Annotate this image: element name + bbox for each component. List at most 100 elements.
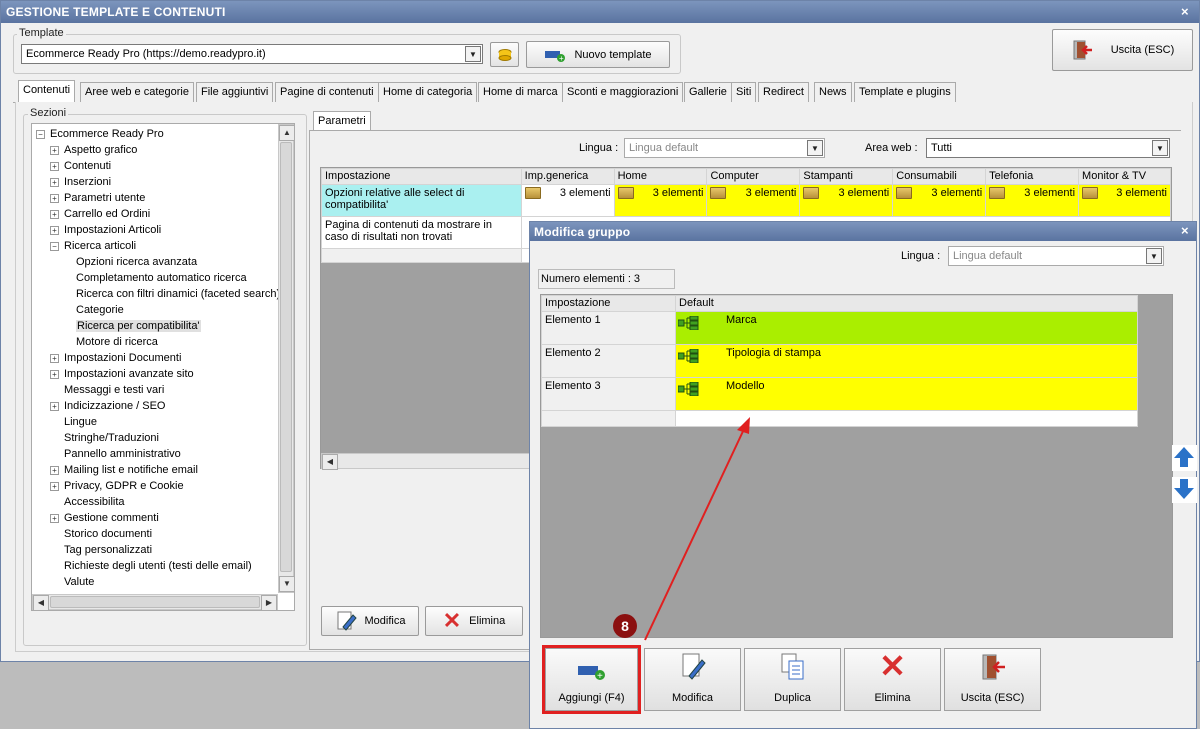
scroll-down-icon[interactable]: ▼ — [279, 576, 295, 592]
dialog-lingua-select[interactable]: Lingua default ▼ — [948, 246, 1164, 266]
sections-tree[interactable]: − Ecommerce Ready Pro + Aspetto grafico + Con… — [31, 123, 295, 611]
tab-template-e-plugins[interactable]: Template e plugins — [854, 82, 956, 102]
lingua-select[interactable]: Lingua default ▼ — [624, 138, 825, 158]
tab-sconti-e-maggiorazioni[interactable]: Sconti e maggiorazioni — [562, 82, 684, 102]
tab-home-di-categoria[interactable]: Home di categoria — [378, 82, 478, 102]
column-header[interactable]: Stampanti — [799, 168, 894, 185]
elements-grid[interactable]: Impostazione Default Elemento 1 Marca Elemen… — [540, 294, 1173, 638]
expand-icon[interactable]: + — [50, 353, 59, 363]
expand-icon[interactable]: + — [50, 513, 59, 523]
table-cell[interactable]: Marca — [675, 311, 1138, 345]
column-header[interactable]: Consumabili — [892, 168, 987, 185]
expand-icon[interactable]: + — [50, 209, 59, 219]
tree-item[interactable]: Tag personalizzati — [50, 542, 152, 558]
tab-redirect[interactable]: Redirect — [758, 82, 809, 102]
tree-item[interactable]: Lingue — [50, 414, 97, 430]
table-row[interactable]: Opzioni relative alle select di compatib… — [321, 184, 1171, 217]
tree-item[interactable]: Motore di ricerca — [76, 334, 158, 350]
param-modify-button[interactable]: Modifica — [321, 606, 419, 636]
expand-icon[interactable]: + — [50, 369, 59, 379]
table-cell[interactable]: 3 elementi — [1078, 184, 1171, 217]
tree-hscrollbar[interactable]: ◀ ▶ — [32, 594, 278, 611]
column-header[interactable]: Home — [613, 168, 708, 185]
param-delete-button[interactable]: ✕ Elimina — [425, 606, 523, 636]
expand-icon[interactable]: + — [50, 465, 59, 475]
tree-vscrollbar[interactable]: ▲ ▼ — [278, 124, 295, 593]
tree-item[interactable]: + Contenuti — [50, 158, 111, 174]
tree-item[interactable]: Accessibilita — [50, 494, 125, 510]
column-header[interactable]: Computer — [706, 168, 801, 185]
expand-icon[interactable]: + — [50, 401, 59, 411]
scroll-up-icon[interactable]: ▲ — [279, 125, 295, 141]
database-button[interactable] — [490, 42, 519, 67]
chevron-down-icon[interactable]: ▼ — [465, 46, 481, 62]
column-header[interactable]: Impostazione — [541, 295, 676, 312]
scroll-left-icon[interactable]: ◀ — [322, 454, 338, 470]
tab-aree-web-e-categorie[interactable]: Aree web e categorie — [80, 82, 194, 102]
table-row[interactable]: Elemento 3 Modello — [541, 377, 1138, 411]
collapse-icon[interactable]: − — [50, 241, 59, 251]
dialog-modify-button[interactable]: Modifica — [644, 648, 741, 711]
expand-icon[interactable]: + — [50, 193, 59, 203]
tree-item[interactable]: + Impostazioni Articoli — [50, 222, 161, 238]
tree-item[interactable]: + Aspetto grafico — [50, 142, 137, 158]
tree-item[interactable]: Pannello amministrativo — [50, 446, 181, 462]
tree-item[interactable]: Valute — [50, 574, 94, 590]
tree-item[interactable]: Storico documenti — [50, 526, 152, 542]
tree-item[interactable]: − Ricerca articoli — [50, 238, 136, 254]
move-down-button[interactable] — [1172, 477, 1197, 503]
tree-item[interactable]: + Impostazioni avanzate sito — [50, 366, 194, 382]
tree-item[interactable]: + Privacy, GDPR e Cookie — [50, 478, 184, 494]
collapse-icon[interactable]: − — [36, 129, 45, 139]
column-header[interactable]: Impostazione — [321, 168, 522, 185]
tab-pagine-di-contenuti[interactable]: Pagine di contenuti — [275, 82, 379, 102]
tab-parametri[interactable]: Parametri — [313, 111, 371, 131]
tree-item[interactable]: + Impostazioni Documenti — [50, 350, 181, 366]
tree-item[interactable]: Ricerca con filtri dinamici (faceted sea… — [76, 286, 280, 302]
table-cell[interactable]: 3 elementi — [520, 184, 615, 217]
expand-icon[interactable]: + — [50, 225, 59, 235]
tree-item[interactable]: + Carrello ed Ordini — [50, 206, 150, 222]
tree-item[interactable]: Messaggi e testi vari — [50, 382, 164, 398]
tree-item[interactable]: + Parametri utente — [50, 190, 145, 206]
expand-icon[interactable]: + — [50, 481, 59, 491]
dialog-exit-button[interactable]: Uscita (ESC) — [944, 648, 1041, 711]
table-cell[interactable]: 3 elementi — [613, 184, 708, 217]
chevron-down-icon[interactable]: ▼ — [1146, 248, 1162, 264]
expand-icon[interactable]: + — [50, 177, 59, 187]
tree-item[interactable]: + Indicizzazione / SEO — [50, 398, 166, 414]
new-template-button[interactable]: + Nuovo template — [526, 41, 670, 68]
close-icon[interactable]: × — [1181, 223, 1189, 238]
table-row[interactable]: Elemento 1 Marca — [541, 311, 1138, 345]
expand-icon[interactable]: + — [50, 161, 59, 171]
table-cell[interactable]: 3 elementi — [706, 184, 801, 217]
table-cell[interactable]: Modello — [675, 377, 1138, 411]
tree-item[interactable]: + Gestione commenti — [50, 510, 159, 526]
chevron-down-icon[interactable]: ▼ — [807, 140, 823, 156]
tab-siti[interactable]: Siti — [731, 82, 757, 102]
area-select[interactable]: Tutti ▼ — [926, 138, 1170, 158]
tree-item[interactable]: Ricerca per compatibilita' — [76, 318, 201, 334]
table-row[interactable]: Elemento 2 Tipologia di stampa — [541, 344, 1138, 378]
params-hscrollbar[interactable]: ◀ — [321, 453, 531, 470]
tree-item[interactable]: Completamento automatico ricerca — [76, 270, 247, 286]
move-up-button[interactable] — [1172, 445, 1197, 471]
tree-item[interactable]: Categorie — [76, 302, 124, 318]
tab-news[interactable]: News — [814, 82, 852, 102]
elements-table[interactable]: Impostazione Default Elemento 1 Marca Elemen… — [541, 295, 1138, 427]
tree-hscroll-thumb[interactable] — [50, 596, 260, 608]
table-cell[interactable]: 3 elementi — [892, 184, 987, 217]
close-icon[interactable]: × — [1181, 4, 1189, 19]
expand-icon[interactable]: + — [50, 145, 59, 155]
tab-home-di-marca[interactable]: Home di marca — [478, 82, 563, 102]
tree-vscroll-thumb[interactable] — [280, 142, 292, 572]
exit-button[interactable]: Uscita (ESC) — [1052, 29, 1193, 71]
tree-item[interactable]: Richieste degli utenti (testi delle emai… — [50, 558, 252, 574]
scroll-right-icon[interactable]: ▶ — [261, 595, 277, 611]
template-select[interactable]: Ecommerce Ready Pro (https://demo.readyp… — [21, 44, 483, 64]
table-cell[interactable]: 3 elementi — [799, 184, 894, 217]
chevron-down-icon[interactable]: ▼ — [1152, 140, 1168, 156]
tree-root[interactable]: − Ecommerce Ready Pro — [36, 126, 164, 142]
tab-contenuti[interactable]: Contenuti — [18, 80, 76, 103]
tree-item[interactable]: + Mailing list e notifiche email — [50, 462, 198, 478]
